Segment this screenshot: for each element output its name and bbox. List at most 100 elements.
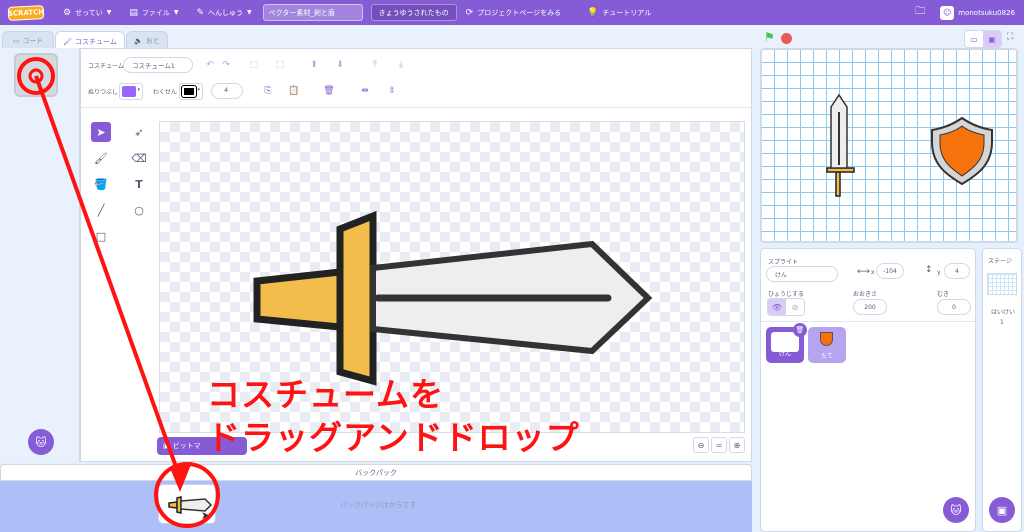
y-label: y bbox=[937, 269, 941, 276]
eraser-tool[interactable]: ⌫ bbox=[129, 148, 149, 168]
stage-thumbnail bbox=[987, 273, 1017, 295]
cursor-icon: ➤ bbox=[201, 509, 211, 522]
outline-width-input[interactable]: 4 bbox=[211, 83, 243, 99]
convert-bitmap-label: ビットマ bbox=[172, 442, 201, 450]
menu-bar: SCRATCH ⚙ せってい ▼ ▤ ファイル ▼ ✎ へんしゅう ▼ ベクター… bbox=[0, 0, 1024, 25]
sprite-name-input[interactable]: けん bbox=[766, 266, 838, 282]
stop-icon[interactable] bbox=[781, 33, 792, 44]
stage-header: ⚑ ▭ ▣ ⛶ bbox=[760, 25, 1024, 50]
direction-input[interactable]: 0 bbox=[937, 299, 971, 315]
outline-color-swatch bbox=[181, 85, 197, 98]
speaker-icon: 🔈 bbox=[134, 37, 143, 45]
flip-vertical-icon[interactable]: ⇳ bbox=[385, 84, 399, 98]
y-input[interactable]: 4 bbox=[944, 263, 970, 279]
x-input[interactable]: -104 bbox=[876, 263, 904, 279]
image-icon: ▣ bbox=[996, 503, 1008, 517]
fill-tool[interactable]: 🪣 bbox=[91, 174, 111, 194]
brush-tool[interactable]: 🖌 bbox=[91, 148, 111, 168]
front-icon[interactable]: ⤒ bbox=[368, 58, 382, 72]
brush-icon: 🖌 bbox=[63, 37, 73, 46]
back-icon[interactable]: ⤓ bbox=[394, 58, 408, 72]
forward-icon[interactable]: ⬆ bbox=[307, 58, 321, 72]
my-stuff-icon[interactable]: 🗀 bbox=[906, 0, 934, 25]
copy-icon[interactable]: ⎘ bbox=[261, 84, 275, 98]
show-eye-icon[interactable]: 👁 bbox=[768, 299, 786, 315]
line-tool[interactable]: ╱ bbox=[91, 200, 111, 220]
text-tool[interactable]: T bbox=[129, 174, 149, 194]
size-input[interactable]: 200 bbox=[853, 299, 887, 315]
project-title-input[interactable]: ベクター素材_剣と盾 bbox=[262, 4, 363, 21]
backpack-costume-item[interactable]: ➤ bbox=[158, 484, 216, 524]
stage-size-toggle: ▭ ▣ bbox=[964, 30, 1002, 48]
image-icon: ▣ bbox=[163, 442, 170, 450]
stage-selector[interactable]: ステージ はいけい 1 ▣ bbox=[982, 248, 1022, 532]
flip-horizontal-icon[interactable]: ⇹ bbox=[358, 84, 372, 98]
paste-icon[interactable]: 📋 bbox=[287, 84, 301, 98]
fill-color-picker[interactable]: ▾ bbox=[119, 83, 143, 100]
x-label: x bbox=[871, 269, 875, 276]
lightbulb-icon: 💡 bbox=[587, 7, 599, 18]
shield-sprite[interactable] bbox=[931, 116, 993, 186]
sprite-tile-shield[interactable]: たて bbox=[808, 327, 846, 363]
group-icon[interactable]: ⬚ bbox=[247, 58, 261, 72]
green-flag-icon[interactable]: ⚑ bbox=[764, 30, 775, 44]
see-project-page-button[interactable]: ⟳ プロジェクトページをみる bbox=[457, 0, 570, 25]
chevron-down-icon: ▼ bbox=[173, 9, 179, 16]
y-arrows-icon: ↕ bbox=[925, 265, 933, 275]
backpack-empty-message: バックパックはからです bbox=[340, 501, 417, 509]
stage[interactable] bbox=[760, 48, 1018, 243]
fill-color-swatch bbox=[122, 86, 136, 97]
select-tool[interactable]: ➤ bbox=[91, 122, 111, 142]
code-icon: ▭ bbox=[12, 37, 20, 45]
outline-color-picker[interactable]: ▾ bbox=[179, 83, 203, 100]
toolbar-divider bbox=[81, 107, 751, 108]
see-project-page-label: プロジェクトページをみる bbox=[477, 8, 562, 17]
shield-thumbnail-icon bbox=[820, 332, 833, 346]
tutorials-label: チュートリアル bbox=[602, 8, 652, 17]
add-backdrop-button[interactable]: ▣ bbox=[989, 497, 1015, 523]
account-menu[interactable]: ☺ monotsuku0826 bbox=[934, 0, 1024, 25]
fullscreen-icon[interactable]: ⛶ bbox=[1007, 32, 1013, 42]
add-costume-button[interactable]: 🐱 bbox=[28, 429, 54, 455]
hide-eye-icon[interactable]: ⊘ bbox=[786, 299, 804, 315]
size-label: おおきさ bbox=[853, 291, 878, 298]
delete-sprite-icon[interactable]: 🗑 bbox=[793, 323, 807, 337]
reshape-tool[interactable]: ➶ bbox=[129, 122, 149, 142]
edit-menu[interactable]: ✎ へんしゅう ▼ bbox=[188, 0, 261, 25]
edit-menu-label: へんしゅう bbox=[208, 8, 244, 17]
sprite-label: スプライト bbox=[768, 259, 799, 266]
ungroup-icon[interactable]: ⬚ bbox=[273, 58, 287, 72]
refresh-icon: ⟳ bbox=[465, 7, 474, 18]
shared-status-button[interactable]: きょうゆうされたもの bbox=[370, 4, 457, 21]
stage-label: ステージ bbox=[988, 258, 1012, 265]
backward-icon[interactable]: ⬇ bbox=[333, 58, 347, 72]
costume-thumbnail[interactable] bbox=[14, 53, 58, 97]
tab-code-label: コード bbox=[22, 37, 44, 45]
costume-name-label: コスチューム bbox=[88, 63, 124, 70]
sword-sprite[interactable] bbox=[826, 93, 855, 197]
costume-name-input[interactable]: コスチューム1 bbox=[123, 57, 193, 73]
small-stage-icon[interactable]: ▭ bbox=[965, 31, 983, 47]
redo-icon[interactable]: ↷ bbox=[219, 58, 233, 72]
circle-tool[interactable]: ○ bbox=[129, 200, 149, 220]
fill-label: ぬりつぶし bbox=[88, 89, 119, 96]
visibility-toggle: 👁 ⊘ bbox=[767, 298, 805, 316]
costume-list: 🐱 bbox=[0, 48, 80, 462]
gear-icon: ⚙ bbox=[63, 7, 72, 18]
rectangle-tool[interactable]: □ bbox=[91, 226, 111, 246]
delete-icon[interactable]: 🗑 bbox=[322, 84, 336, 98]
backpack-header[interactable]: バックパック bbox=[0, 464, 752, 481]
large-stage-icon[interactable]: ▣ bbox=[983, 31, 1001, 47]
settings-menu-label: せってい bbox=[75, 8, 103, 17]
settings-menu[interactable]: ⚙ せってい ▼ bbox=[54, 0, 120, 25]
zoom-in-button[interactable]: ⊕ bbox=[729, 437, 745, 453]
tutorials-button[interactable]: 💡 チュートリアル bbox=[578, 0, 660, 25]
annotation-line-2: ドラッグアンドドロップ bbox=[207, 418, 580, 457]
zoom-reset-button[interactable]: = bbox=[711, 437, 727, 453]
file-menu[interactable]: ▤ ファイル ▼ bbox=[120, 0, 187, 25]
editor-tabs: ▭ コード 🖌 コスチューム 🔈 おと bbox=[0, 25, 760, 51]
zoom-out-button[interactable]: ⊖ bbox=[693, 437, 709, 453]
add-sprite-button[interactable]: 🐱 bbox=[943, 497, 969, 523]
scratch-logo[interactable]: SCRATCH bbox=[7, 4, 45, 21]
undo-icon[interactable]: ↶ bbox=[203, 58, 217, 72]
